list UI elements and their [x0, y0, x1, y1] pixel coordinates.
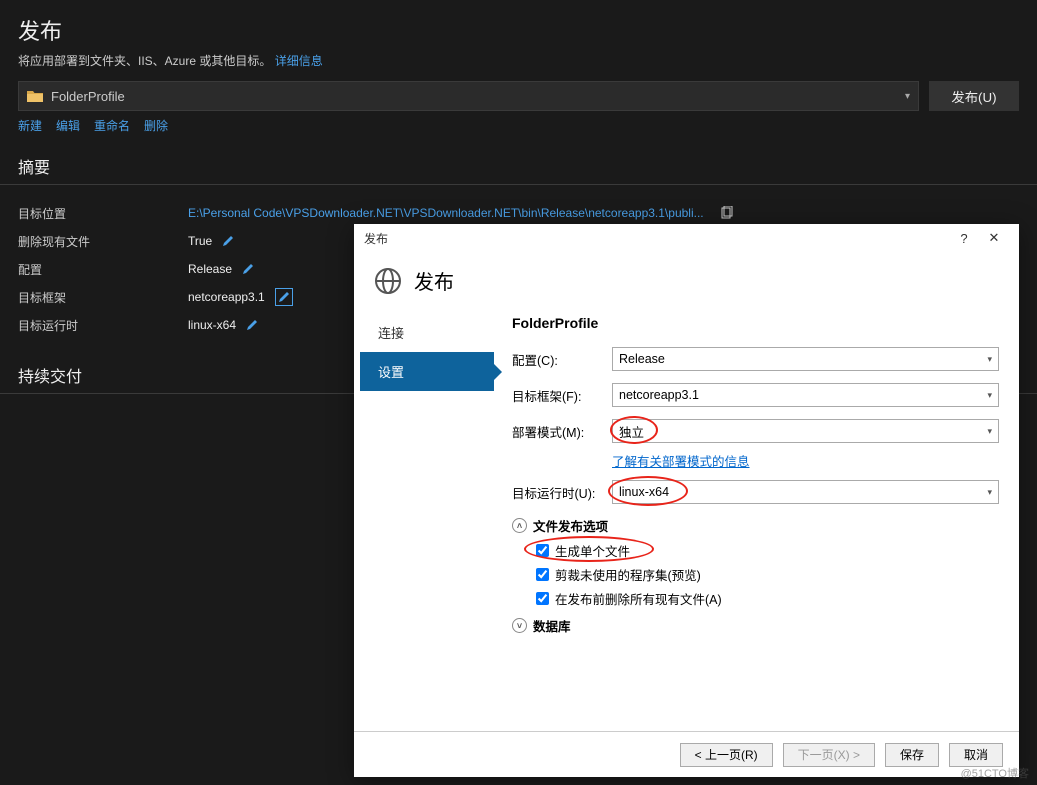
next-button: 下一页(X) > [783, 743, 875, 767]
pencil-icon-boxed[interactable] [275, 288, 293, 306]
close-icon[interactable]: ✕ [979, 230, 1009, 246]
delete-before-checkbox[interactable] [536, 592, 549, 605]
more-info-link[interactable]: 详细信息 [275, 54, 323, 68]
pencil-icon[interactable] [242, 263, 254, 275]
configuration-label: 配置 [18, 261, 188, 278]
page-title: 发布 [18, 14, 1019, 46]
trim-label: 剪裁未使用的程序集(预览) [555, 565, 701, 584]
profile-delete[interactable]: 删除 [144, 117, 168, 134]
profile-new[interactable]: 新建 [18, 117, 42, 134]
prev-button[interactable]: < 上一页(R) [680, 743, 773, 767]
dialog-title: 发布 [364, 230, 388, 247]
chevron-down-icon: ˅ [512, 618, 527, 633]
delete-before-label: 在发布前删除所有现有文件(A) [555, 589, 722, 608]
publish-button[interactable]: 发布(U) [929, 81, 1019, 111]
runtime-select[interactable]: linux-x64▾ [612, 480, 999, 504]
nav-settings[interactable]: 设置 [360, 352, 494, 391]
copy-icon[interactable] [720, 206, 734, 220]
chevron-down-icon: ▾ [987, 390, 992, 401]
configuration-select[interactable]: Release▾ [612, 347, 999, 371]
folder-icon [27, 90, 43, 102]
single-file-label: 生成单个文件 [555, 541, 630, 560]
profile-edit[interactable]: 编辑 [56, 117, 80, 134]
target-location-label: 目标位置 [18, 205, 188, 222]
chevron-up-icon: ˄ [512, 518, 527, 533]
page-subtitle: 将应用部署到文件夹、IIS、Azure 或其他目标。 详细信息 [18, 52, 1019, 69]
database-expander[interactable]: ˅ 数据库 [512, 616, 999, 635]
watermark: @51CTO博客 [961, 765, 1029, 781]
globe-icon [374, 267, 402, 295]
target-framework-label: 目标框架 [18, 289, 188, 306]
deploy-mode-info-link[interactable]: 了解有关部署模式的信息 [612, 451, 750, 470]
target-framework-value: netcoreapp3.1 [188, 288, 293, 306]
configuration-field-label: 配置(C): [512, 350, 612, 369]
single-file-checkbox[interactable] [536, 544, 549, 557]
pencil-icon[interactable] [246, 319, 258, 331]
deploy-mode-select[interactable]: 独立▾ [612, 419, 999, 443]
chevron-down-icon: ▾ [987, 354, 992, 365]
trim-checkbox[interactable] [536, 568, 549, 581]
configuration-value: Release [188, 262, 254, 276]
framework-select[interactable]: netcoreapp3.1▾ [612, 383, 999, 407]
target-location-value[interactable]: E:\Personal Code\VPSDownloader.NET\VPSDo… [188, 206, 734, 220]
profile-dropdown[interactable]: FolderProfile ▾ [18, 81, 919, 111]
framework-field-label: 目标框架(F): [512, 386, 612, 405]
chevron-down-icon: ▾ [987, 487, 992, 498]
chevron-down-icon: ▾ [987, 426, 992, 437]
subtitle-text: 将应用部署到文件夹、IIS、Azure 或其他目标。 [18, 54, 271, 68]
summary-title: 摘要 [0, 148, 1037, 185]
publish-dialog: 发布 ? ✕ 发布 连接 设置 FolderProfile 配置(C): Rel… [354, 224, 1019, 777]
delete-existing-label: 删除现有文件 [18, 233, 188, 250]
chevron-down-icon: ▾ [905, 91, 910, 102]
pencil-icon[interactable] [222, 235, 234, 247]
profile-selected: FolderProfile [51, 89, 125, 104]
deploy-mode-field-label: 部署模式(M): [512, 422, 612, 441]
help-icon[interactable]: ? [949, 231, 979, 246]
cancel-button[interactable]: 取消 [949, 743, 1003, 767]
target-runtime-label: 目标运行时 [18, 317, 188, 334]
file-options-expander[interactable]: ˄ 文件发布选项 [512, 516, 999, 535]
target-runtime-value: linux-x64 [188, 318, 258, 332]
dialog-brand-title: 发布 [414, 266, 454, 295]
nav-connection[interactable]: 连接 [360, 313, 494, 352]
runtime-field-label: 目标运行时(U): [512, 483, 612, 502]
save-button[interactable]: 保存 [885, 743, 939, 767]
delete-existing-value: True [188, 234, 234, 248]
dialog-profile-name: FolderProfile [512, 315, 999, 331]
profile-rename[interactable]: 重命名 [94, 117, 130, 134]
